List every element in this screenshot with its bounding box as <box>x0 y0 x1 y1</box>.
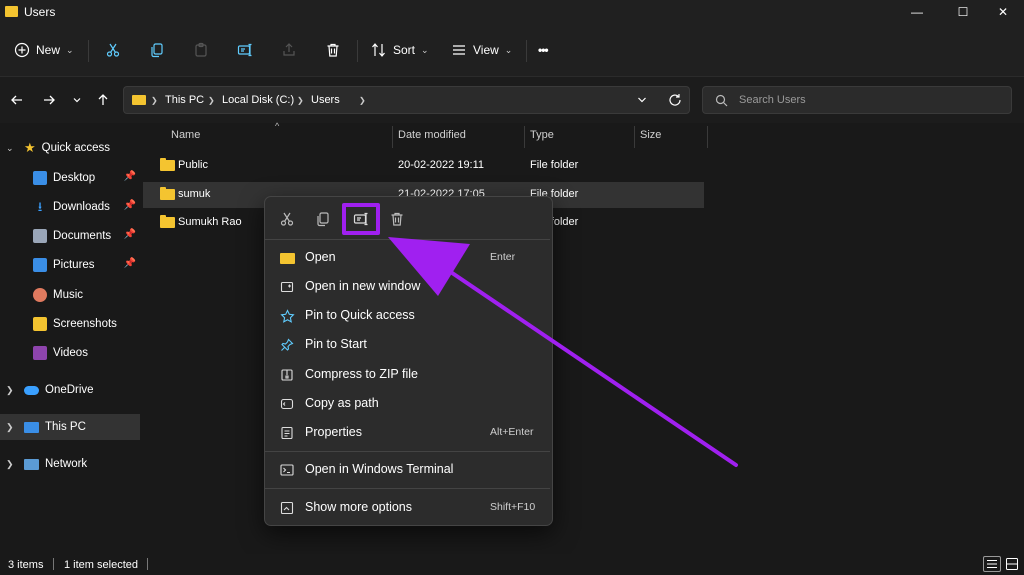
details-view-button[interactable] <box>983 556 1001 572</box>
status-bar: 3 items 1 item selected <box>0 554 1024 575</box>
details-view-icon <box>987 560 997 568</box>
annotation-arrow <box>388 237 738 467</box>
tiles-view-icon <box>1006 558 1018 570</box>
item-count: 3 items <box>8 559 44 571</box>
selection-count: 1 item selected <box>64 559 138 571</box>
status-divider <box>53 558 54 570</box>
tiles-view-button[interactable] <box>1005 557 1019 571</box>
status-divider <box>147 558 148 570</box>
